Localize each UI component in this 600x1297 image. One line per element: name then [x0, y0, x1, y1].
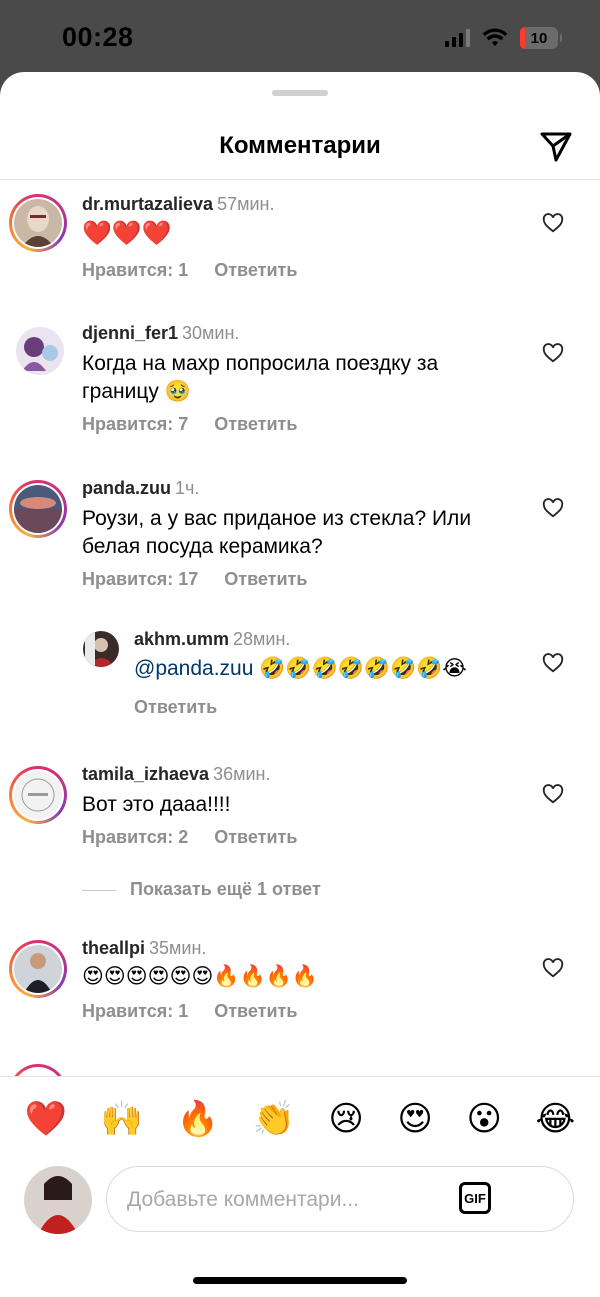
comment-input-box[interactable]: GIF: [106, 1166, 574, 1232]
home-indicator[interactable]: [193, 1277, 407, 1284]
comment-time: 28мин.: [233, 629, 291, 649]
status-icons: 10: [445, 27, 562, 49]
emoji-bar-divider: [0, 1076, 600, 1077]
reply-button[interactable]: Ответить: [214, 1001, 297, 1021]
send-icon[interactable]: [538, 128, 574, 164]
like-heart-icon[interactable]: [542, 497, 564, 519]
avatar[interactable]: [82, 630, 120, 668]
emoji-raising-hands[interactable]: 🙌: [101, 1099, 143, 1139]
comment-username[interactable]: djenni_fer1: [82, 323, 178, 343]
avatar-image: [14, 771, 62, 819]
comment-username[interactable]: dr.murtazalieva: [82, 194, 213, 214]
comment-text: Роузи, а у вас приданое из стекла? Или б…: [82, 507, 472, 558]
avatar-image: [14, 485, 62, 533]
emoji-surprised[interactable]: 😮: [466, 1099, 501, 1139]
avatar[interactable]: [9, 480, 67, 538]
like-heart-icon[interactable]: [542, 652, 564, 674]
emoji-clap[interactable]: 👏: [253, 1099, 295, 1139]
like-heart-icon[interactable]: [542, 783, 564, 805]
comment-text: Когда на махр попросила поездку за грани…: [82, 352, 439, 403]
comment-likes[interactable]: Нравится: 17: [82, 569, 198, 589]
comment-username[interactable]: tamila_izhaeva: [82, 764, 209, 784]
comment-likes[interactable]: Нравится: 1: [82, 260, 188, 280]
emoji-laughing[interactable]: 😂: [535, 1099, 575, 1139]
reply-button[interactable]: Ответить: [214, 414, 297, 434]
comment-text: 😍😍😍😍😍😍🔥🔥🔥🔥: [82, 965, 318, 988]
mention-link[interactable]: @panda.zuu: [134, 657, 253, 680]
comment-likes[interactable]: Нравится: 2: [82, 827, 188, 847]
avatar-image: [24, 1166, 92, 1234]
avatar[interactable]: [9, 194, 67, 252]
show-more-replies-label: Показать ещё 1 ответ: [130, 879, 321, 899]
sheet-grabber[interactable]: [272, 90, 328, 96]
comments-sheet: Комментарии dr.murtazalieva 57мин. ❤️❤️❤️…: [0, 72, 600, 1297]
reply-button[interactable]: Ответить: [214, 260, 297, 280]
reply-thread-line: [82, 889, 116, 891]
status-bar: 00:28 10: [0, 0, 600, 80]
comment-time: 1ч.: [175, 478, 200, 498]
status-time: 00:28: [62, 22, 134, 52]
emoji-crying[interactable]: 😢: [328, 1099, 363, 1139]
comment-input[interactable]: [125, 1181, 449, 1219]
quick-emoji-bar: ❤️ 🙌 🔥 👏 😢 😍 😮 😂: [0, 1094, 600, 1144]
avatar: [24, 1166, 92, 1234]
comment-time: 30мин.: [182, 323, 240, 343]
avatar[interactable]: [14, 325, 66, 377]
comment-time: 36мин.: [213, 764, 271, 784]
comment-text: 🤣🤣🤣🤣🤣🤣🤣😭: [259, 657, 467, 680]
avatar-image: [14, 945, 62, 993]
reply-button[interactable]: Ответить: [224, 569, 307, 589]
avatar[interactable]: [9, 940, 67, 998]
avatar[interactable]: [9, 1064, 67, 1076]
gif-button[interactable]: GIF: [459, 1182, 491, 1214]
like-heart-icon[interactable]: [542, 957, 564, 979]
signal-icon: [445, 29, 470, 47]
comment-username[interactable]: akhm.umm: [134, 629, 229, 649]
comment-composer: GIF: [0, 1164, 600, 1236]
comment-likes[interactable]: Нравится: 7: [82, 414, 188, 434]
comment-text: Вот это дааа!!!!: [82, 793, 231, 816]
comment-username[interactable]: theallpi: [82, 938, 145, 958]
comment-time: 35мин.: [149, 938, 207, 958]
avatar-image: [83, 631, 119, 667]
comment-likes[interactable]: Нравится: 1: [82, 1001, 188, 1021]
wifi-icon: [482, 28, 508, 46]
comment-time: 57мин.: [217, 194, 275, 214]
battery-level: 10: [530, 29, 548, 47]
comment-username[interactable]: panda.zuu: [82, 478, 171, 498]
emoji-fire[interactable]: 🔥: [177, 1099, 219, 1139]
reply-button[interactable]: Ответить: [134, 697, 217, 717]
avatar-image: [14, 199, 62, 247]
sheet-title: Комментарии: [219, 132, 381, 159]
comment-text: ❤️❤️❤️: [82, 220, 172, 247]
comment-list[interactable]: dr.murtazalieva 57мин. ❤️❤️❤️ Нравится: 1…: [0, 180, 600, 1076]
emoji-heart[interactable]: ❤️: [25, 1099, 67, 1139]
show-more-replies-button[interactable]: Показать ещё 1 ответ: [82, 879, 321, 900]
avatar[interactable]: [9, 766, 67, 824]
like-heart-icon[interactable]: [542, 342, 564, 364]
reply-button[interactable]: Ответить: [214, 827, 297, 847]
avatar-image: [16, 327, 64, 375]
battery-icon: 10: [520, 27, 562, 49]
like-heart-icon[interactable]: [542, 212, 564, 234]
emoji-heart-eyes[interactable]: 😍: [397, 1099, 432, 1139]
